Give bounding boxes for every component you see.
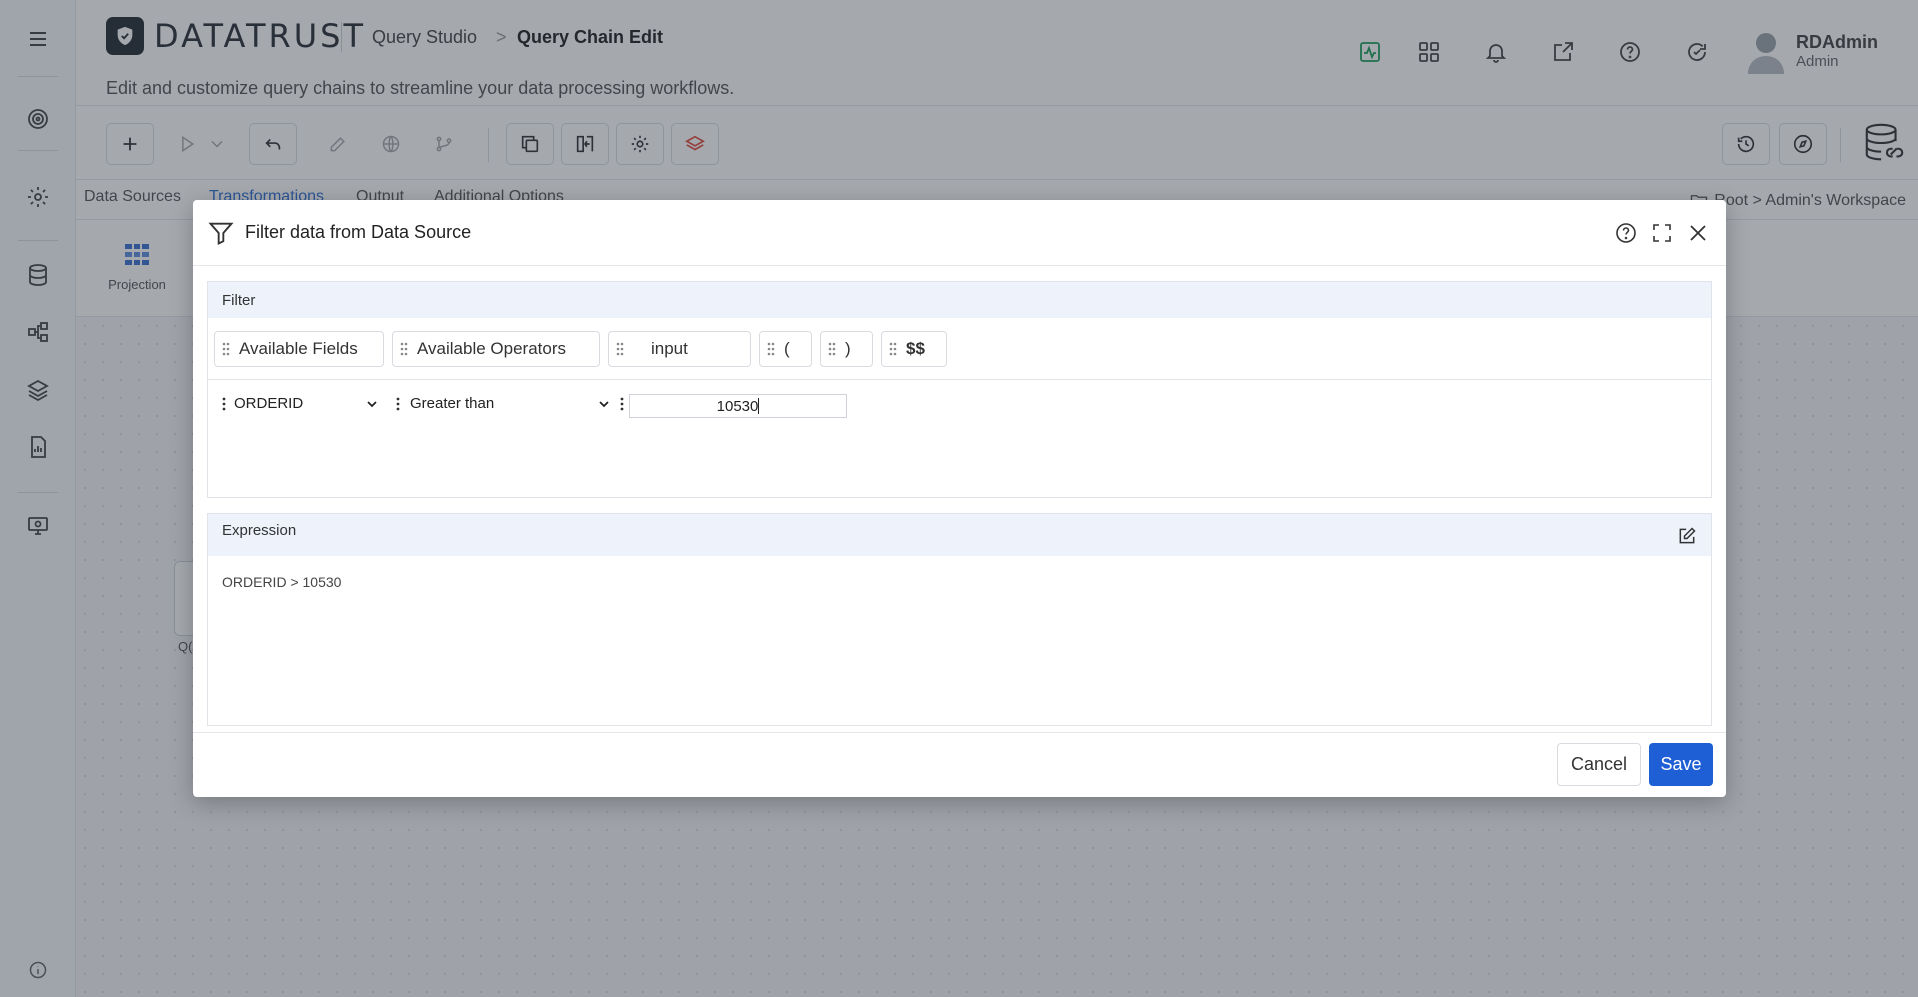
- filter-condition-row: ORDERID Greater than 10530: [208, 380, 1711, 428]
- chip-input[interactable]: input: [608, 331, 751, 367]
- cancel-button[interactable]: Cancel: [1557, 743, 1641, 786]
- expression-header: Expression: [208, 514, 1711, 556]
- chip-available-fields[interactable]: Available Fields: [214, 331, 384, 367]
- filter-icon: [208, 222, 234, 246]
- chip-variable[interactable]: $$: [881, 331, 947, 367]
- save-button[interactable]: Save: [1649, 743, 1713, 786]
- chip-label: (: [784, 339, 790, 358]
- drag-handle-icon[interactable]: [615, 341, 625, 357]
- drag-handle-icon[interactable]: [620, 397, 624, 411]
- filter-section-title: Filter: [208, 282, 1711, 318]
- filter-modal: Filter data from Data Source Filter Avai…: [193, 200, 1726, 797]
- chip-label: $$: [906, 339, 925, 358]
- chip-label: ): [845, 339, 851, 358]
- help-icon[interactable]: [1612, 219, 1640, 247]
- chip-available-operators[interactable]: Available Operators: [392, 331, 600, 367]
- maximize-icon[interactable]: [1648, 219, 1676, 247]
- modal-header: Filter data from Data Source: [193, 200, 1726, 266]
- operator-select[interactable]: Greater than: [396, 395, 618, 412]
- drag-handle-icon[interactable]: [888, 341, 898, 357]
- modal-title: Filter data from Data Source: [245, 222, 472, 242]
- filter-chip-bar: Available Fields Available Operators inp…: [208, 318, 1711, 380]
- modal-footer: Cancel Save: [193, 732, 1726, 797]
- chevron-down-icon[interactable]: [596, 396, 612, 412]
- expression-section: Expression ORDERID > 10530: [207, 513, 1712, 726]
- field-select[interactable]: ORDERID: [222, 395, 392, 412]
- chip-open-paren[interactable]: (: [759, 331, 812, 367]
- chip-label: Available Operators: [417, 339, 566, 358]
- value-input[interactable]: 10530: [629, 394, 847, 418]
- chip-close-paren[interactable]: ): [820, 331, 873, 367]
- drag-handle-icon[interactable]: [827, 341, 837, 357]
- field-select-value: ORDERID: [234, 395, 304, 412]
- expression-section-title: Expression: [222, 522, 297, 539]
- drag-handle-icon[interactable]: [766, 341, 776, 357]
- drag-handle-icon[interactable]: [399, 341, 409, 357]
- drag-handle-icon[interactable]: [222, 397, 226, 411]
- value-input-text: 10530: [716, 398, 759, 415]
- chip-label: Available Fields: [239, 339, 358, 358]
- chevron-down-icon[interactable]: [364, 396, 380, 412]
- operator-select-value: Greater than: [410, 395, 495, 412]
- expression-text: ORDERID > 10530: [222, 574, 342, 590]
- filter-section: Filter Available Fields Available Operat…: [207, 281, 1712, 498]
- drag-handle-icon[interactable]: [221, 341, 231, 357]
- chip-label: input: [651, 339, 688, 358]
- close-icon[interactable]: [1684, 219, 1712, 247]
- drag-handle-icon[interactable]: [396, 397, 400, 411]
- text-cursor: [758, 398, 760, 414]
- edit-icon[interactable]: [1677, 526, 1697, 546]
